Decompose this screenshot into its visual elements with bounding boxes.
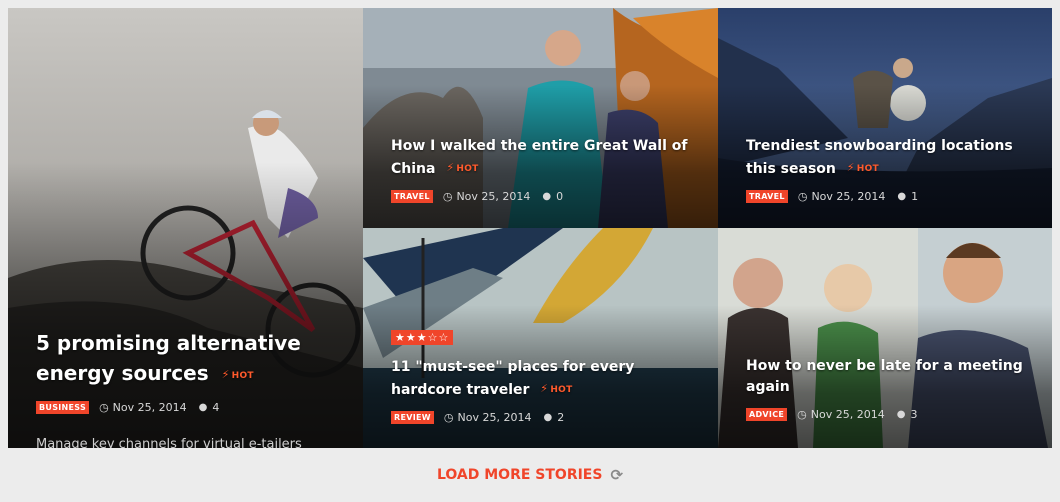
article-title[interactable]: How to never be late for a meeting again — [746, 356, 1034, 398]
star-icon: ★ — [416, 331, 428, 344]
comment-count[interactable]: ● 4 — [199, 401, 220, 414]
star-icon: ★ — [405, 331, 417, 344]
card-content: 5 promising alternative energy sources ⚡… — [36, 328, 345, 414]
lightning-bolt-icon: ⚡ — [846, 161, 855, 174]
article-date: Nov 25, 2014 — [456, 190, 531, 203]
article-card-great-wall[interactable]: How I walked the entire Great Wall of Ch… — [363, 8, 718, 228]
article-title[interactable]: 11 "must-see" places for every hardcore … — [391, 357, 700, 401]
card-content: How to never be late for a meeting again… — [746, 356, 1034, 421]
card-content: ★★★☆☆ 11 "must-see" places for every har… — [391, 326, 700, 424]
article-date: Nov 25, 2014 — [811, 190, 886, 203]
article-title[interactable]: 5 promising alternative energy sources ⚡… — [36, 328, 345, 391]
category-badge[interactable]: REVIEW — [391, 411, 434, 424]
hot-badge: ⚡ HOT — [221, 368, 254, 381]
article-meta: TRAVEL ◷ Nov 25, 2014 ● 0 — [391, 190, 700, 203]
load-more-label: LOAD MORE STORIES — [436, 467, 603, 483]
load-more-button[interactable]: LOAD MORE STORIES ⟳ — [0, 448, 1060, 502]
article-title[interactable]: Trendiest snowboarding locations this se… — [746, 136, 1034, 180]
category-badge[interactable]: BUSINESS — [36, 401, 90, 414]
article-card-must-see-places[interactable]: ★★★☆☆ 11 "must-see" places for every har… — [363, 228, 718, 448]
card-content: How I walked the entire Great Wall of Ch… — [391, 136, 700, 203]
article-meta: BUSINESS ◷ Nov 25, 2014 ● 4 — [36, 401, 345, 414]
category-badge[interactable]: TRAVEL — [391, 190, 433, 203]
refresh-icon: ⟳ — [610, 466, 624, 484]
article-meta: TRAVEL ◷ Nov 25, 2014 ● 1 — [746, 190, 1034, 203]
lightning-bolt-icon: ⚡ — [446, 161, 455, 174]
hot-badge: ⚡ HOT — [446, 161, 479, 174]
comment-count[interactable]: ● 1 — [897, 190, 918, 203]
speech-bubble-icon: ● — [897, 191, 907, 202]
comment-count[interactable]: ● 2 — [543, 411, 564, 424]
star-rating: ★★★☆☆ — [391, 330, 454, 345]
clock-icon: ◷ — [442, 190, 453, 203]
comment-count[interactable]: ● 0 — [542, 190, 563, 203]
article-card-snowboarding[interactable]: Trendiest snowboarding locations this se… — [718, 8, 1052, 228]
category-badge[interactable]: TRAVEL — [746, 190, 788, 203]
clock-icon: ◷ — [797, 190, 808, 203]
star-icon: ☆ — [438, 331, 450, 344]
lightning-bolt-icon: ⚡ — [540, 382, 549, 395]
article-date: Nov 25, 2014 — [112, 401, 187, 414]
speech-bubble-icon: ● — [896, 409, 906, 420]
hot-badge: ⚡ HOT — [540, 382, 573, 395]
star-icon: ☆ — [427, 331, 439, 344]
rating-stars: ★★★☆☆ — [395, 331, 449, 344]
clock-icon: ◷ — [99, 401, 109, 414]
article-grid: 5 promising alternative energy sources ⚡… — [8, 8, 1052, 448]
comment-count[interactable]: ● 3 — [897, 408, 918, 421]
hot-badge: ⚡ HOT — [846, 161, 879, 174]
article-card-energy[interactable]: 5 promising alternative energy sources ⚡… — [8, 8, 363, 448]
article-meta: REVIEW ◷ Nov 25, 2014 ● 2 — [391, 411, 700, 424]
speech-bubble-icon: ● — [542, 191, 552, 202]
article-date: Nov 25, 2014 — [457, 411, 532, 424]
article-excerpt: Manage key channels for virtual e-tailer… — [36, 437, 302, 448]
article-title[interactable]: How I walked the entire Great Wall of Ch… — [391, 136, 700, 180]
card-content: Trendiest snowboarding locations this se… — [746, 136, 1034, 203]
article-card-meeting[interactable]: How to never be late for a meeting again… — [718, 228, 1052, 448]
star-icon: ★ — [395, 331, 406, 344]
article-date: Nov 25, 2014 — [810, 408, 885, 421]
clock-icon: ◷ — [443, 411, 454, 424]
speech-bubble-icon: ● — [543, 412, 553, 423]
clock-icon: ◷ — [797, 408, 807, 421]
speech-bubble-icon: ● — [198, 402, 208, 413]
category-badge[interactable]: ADVICE — [746, 408, 788, 421]
article-meta: ADVICE ◷ Nov 25, 2014 ● 3 — [746, 408, 1034, 421]
lightning-bolt-icon: ⚡ — [221, 368, 230, 381]
